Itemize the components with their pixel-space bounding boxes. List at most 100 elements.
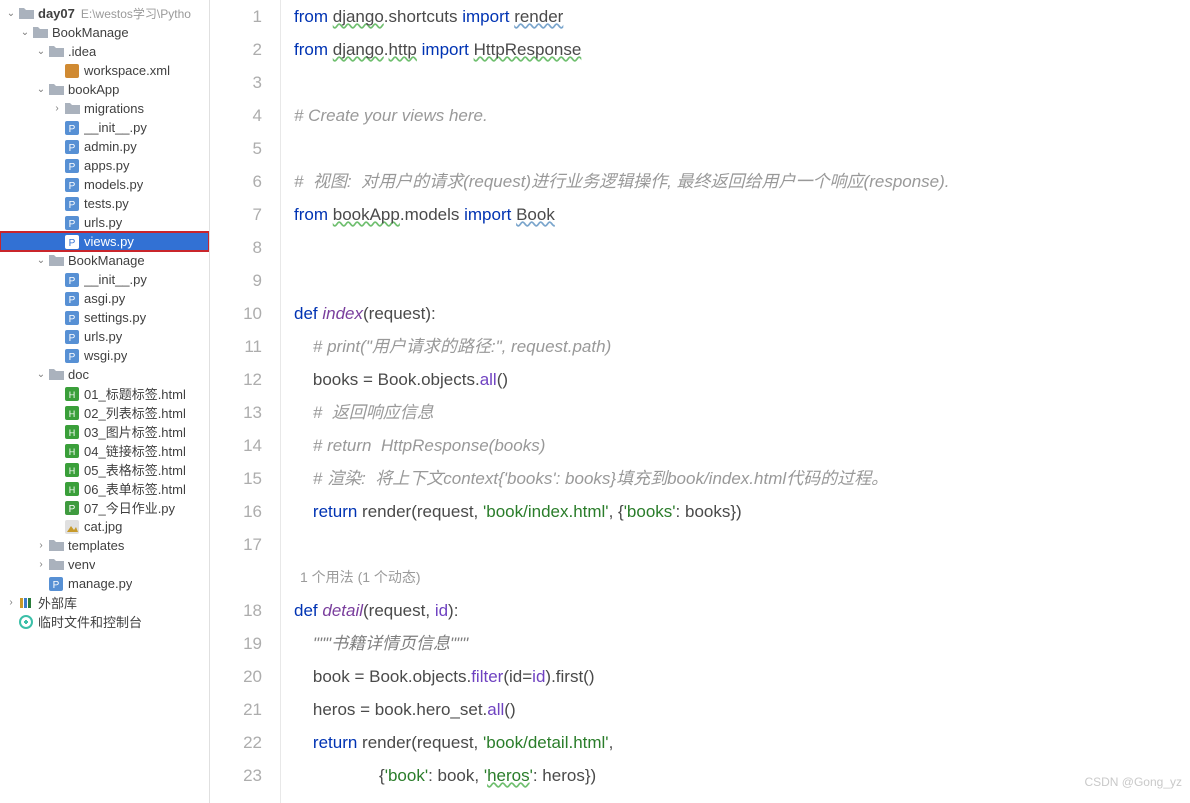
- tree-item-label: wsgi.py: [84, 348, 127, 363]
- chevron-down-icon[interactable]: ⌄: [34, 255, 48, 266]
- code-area[interactable]: from django.shortcuts import renderfrom …: [294, 0, 1190, 803]
- tree-item[interactable]: P07_今日作业.py: [0, 498, 209, 517]
- code-line[interactable]: # 返回响应信息: [294, 396, 1190, 429]
- tree-item-label: templates: [68, 538, 124, 553]
- tree-item-label: 03_图片标签.html: [84, 422, 186, 441]
- code-line[interactable]: from django.http import HttpResponse: [294, 33, 1190, 66]
- tree-item-label: doc: [68, 367, 89, 382]
- line-number: 14: [210, 429, 262, 462]
- code-line[interactable]: return render(request, 'book/detail.html…: [294, 726, 1190, 759]
- usages-hint[interactable]: 1 个用法 (1 个动态): [294, 561, 1190, 594]
- tree-item[interactable]: ⌄ bookApp: [0, 80, 209, 99]
- tree-item[interactable]: H01_标题标签.html: [0, 384, 209, 403]
- tree-item[interactable]: Papps.py: [0, 156, 209, 175]
- chevron-right-icon[interactable]: ›: [50, 103, 64, 114]
- code-line[interactable]: # Create your views here.: [294, 99, 1190, 132]
- pyg-icon: P: [64, 500, 80, 516]
- code-line[interactable]: return render(request, 'book/index.html'…: [294, 495, 1190, 528]
- tree-item-label: asgi.py: [84, 291, 125, 306]
- chevron-right-icon[interactable]: ›: [4, 597, 18, 608]
- tree-item-label: 02_列表标签.html: [84, 403, 186, 422]
- chevron-down-icon[interactable]: ⌄: [34, 369, 48, 380]
- code-line[interactable]: # print("用户请求的路径:", request.path): [294, 330, 1190, 363]
- tree-item[interactable]: ⌄ day07E:\westos学习\Pytho: [0, 4, 209, 23]
- tree-item[interactable]: Psettings.py: [0, 308, 209, 327]
- tree-item[interactable]: H03_图片标签.html: [0, 422, 209, 441]
- token: all: [480, 370, 497, 389]
- tree-item-label: day07E:\westos学习\Pytho: [38, 5, 191, 22]
- tree-item[interactable]: workspace.xml: [0, 61, 209, 80]
- code-line[interactable]: # 视图: 对用户的请求(request)进行业务逻辑操作, 最终返回给用户一个…: [294, 165, 1190, 198]
- tree-item[interactable]: › venv: [0, 555, 209, 574]
- line-number: 23: [210, 759, 262, 792]
- tree-item-selected[interactable]: Pviews.py: [0, 232, 209, 251]
- code-line[interactable]: [294, 132, 1190, 165]
- code-line[interactable]: def index(request):: [294, 297, 1190, 330]
- token: 'book': [385, 766, 428, 785]
- tree-item[interactable]: ⌄.idea: [0, 42, 209, 61]
- py-icon: P: [64, 158, 80, 174]
- code-line[interactable]: from bookApp.models import Book: [294, 198, 1190, 231]
- tree-item[interactable]: P__init__.py: [0, 118, 209, 137]
- code-line[interactable]: [294, 528, 1190, 561]
- tree-item[interactable]: H05_表格标签.html: [0, 460, 209, 479]
- tree-item[interactable]: ⌄BookManage: [0, 251, 209, 270]
- code-line[interactable]: """书籍详情页信息""": [294, 627, 1190, 660]
- code-line[interactable]: from django.shortcuts import render: [294, 0, 1190, 33]
- line-number: 9: [210, 264, 262, 297]
- folder-root-icon: [18, 6, 34, 22]
- chevron-down-icon[interactable]: ⌄: [4, 8, 18, 19]
- tree-item[interactable]: H06_表单标签.html: [0, 479, 209, 498]
- tree-item-label: 06_表单标签.html: [84, 479, 186, 498]
- tree-item[interactable]: Pasgi.py: [0, 289, 209, 308]
- token: id: [532, 667, 545, 686]
- tree-item-label: venv: [68, 557, 95, 572]
- chevron-down-icon[interactable]: ⌄: [34, 46, 48, 57]
- token: id: [509, 667, 522, 686]
- code-line[interactable]: [294, 231, 1190, 264]
- code-line[interactable]: def detail(request, id):: [294, 594, 1190, 627]
- tree-item[interactable]: ›外部库: [0, 593, 209, 612]
- tree-item[interactable]: Pmanage.py: [0, 574, 209, 593]
- line-number: 10: [210, 297, 262, 330]
- code-line[interactable]: {'book': book, 'heros': heros}): [294, 759, 1190, 792]
- scratch-icon: [18, 614, 34, 630]
- tree-item[interactable]: › templates: [0, 536, 209, 555]
- tree-item[interactable]: Padmin.py: [0, 137, 209, 156]
- line-number: 3: [210, 66, 262, 99]
- tree-item[interactable]: P__init__.py: [0, 270, 209, 289]
- tree-item[interactable]: H02_列表标签.html: [0, 403, 209, 422]
- tree-item[interactable]: Pwsgi.py: [0, 346, 209, 365]
- tree-item[interactable]: Purls.py: [0, 213, 209, 232]
- tree-item[interactable]: ⌄ BookManage: [0, 23, 209, 42]
- token: # Create your views here.: [294, 106, 488, 125]
- code-line[interactable]: # return HttpResponse(books): [294, 429, 1190, 462]
- line-number: 11: [210, 330, 262, 363]
- token: import: [464, 205, 516, 224]
- tree-item[interactable]: Purls.py: [0, 327, 209, 346]
- code-line[interactable]: book = Book.objects.filter(id=id).first(…: [294, 660, 1190, 693]
- code-line[interactable]: heros = book.hero_set.all(): [294, 693, 1190, 726]
- tree-item-label: bookApp: [68, 82, 119, 97]
- tree-item-label: BookManage: [52, 25, 129, 40]
- svg-text:P: P: [69, 314, 76, 325]
- tree-item[interactable]: ⌄ doc: [0, 365, 209, 384]
- code-line[interactable]: books = Book.objects.all(): [294, 363, 1190, 396]
- code-line[interactable]: [294, 264, 1190, 297]
- tree-item[interactable]: ›migrations: [0, 99, 209, 118]
- tree-item[interactable]: H04_链接标签.html: [0, 441, 209, 460]
- chevron-down-icon[interactable]: ⌄: [34, 84, 48, 95]
- code-editor[interactable]: 1234567891011121314151617 181920212223 f…: [210, 0, 1190, 803]
- tree-item[interactable]: cat.jpg: [0, 517, 209, 536]
- project-tree-panel[interactable]: ⌄day07E:\westos学习\Pytho⌄BookManage⌄.idea…: [0, 0, 210, 803]
- line-number: 19: [210, 627, 262, 660]
- tree-item[interactable]: Pmodels.py: [0, 175, 209, 194]
- chevron-right-icon[interactable]: ›: [34, 540, 48, 551]
- tree-item[interactable]: Ptests.py: [0, 194, 209, 213]
- chevron-down-icon[interactable]: ⌄: [18, 27, 32, 38]
- chevron-right-icon[interactable]: ›: [34, 559, 48, 570]
- token: =: [522, 667, 532, 686]
- tree-item[interactable]: 临时文件和控制台: [0, 612, 209, 631]
- code-line[interactable]: [294, 66, 1190, 99]
- code-line[interactable]: # 渲染: 将上下文context{'books': books}填充到book…: [294, 462, 1190, 495]
